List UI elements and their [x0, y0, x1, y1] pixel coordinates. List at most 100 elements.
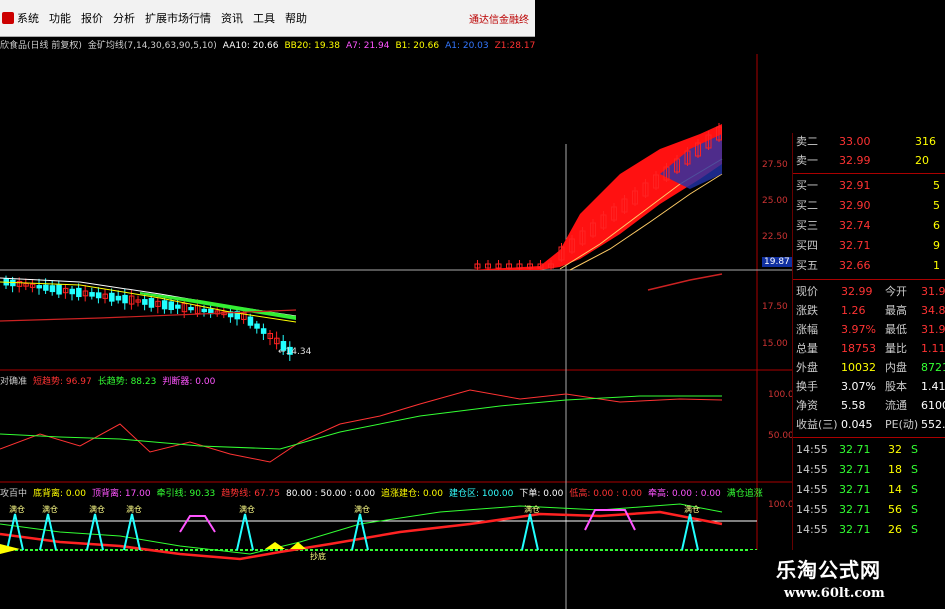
stock-chart[interactable]: ←14.34 满仓 满仓 满仓 满仓 满仓 满仓 满仓 满仓抄底 — [0, 54, 792, 609]
magenta-plateau-2 — [584, 509, 636, 531]
menu-item-extended-market[interactable]: 扩展市场行情 — [145, 10, 211, 26]
signal-label-0: 满仓 — [9, 504, 25, 514]
buy-level-4-cell-2: 1 — [933, 259, 940, 272]
stat-row-6-cell-2: 流通 — [885, 399, 907, 412]
candle-body — [115, 295, 122, 301]
stat-row-1-cell-2: 最高 — [885, 304, 907, 317]
candle-body — [188, 306, 194, 311]
stat-row-1-cell-1: 1.26 — [841, 304, 866, 317]
stat-row-0-cell-2: 今开 — [885, 285, 907, 298]
tick-row-0-cell-2: 32 — [888, 443, 902, 456]
menu-bar: 系统 功能 报价 分析 扩展市场行情 资讯 工具 帮助 通达信金融终 — [0, 0, 535, 37]
menu-item-quote[interactable]: 报价 — [81, 10, 103, 26]
tick-row-2-cell-1: 32.71 — [839, 483, 871, 496]
menu-item-function[interactable]: 功能 — [49, 10, 71, 26]
yellow-marker-left — [0, 544, 20, 554]
signal-label-6: 满仓 — [524, 504, 540, 514]
signal-peak-0 — [6, 513, 24, 551]
sub2-indicator-1: 顶背离: 17.00 — [91, 489, 151, 499]
stat-row-1: 涨跌 1.26 最高 34.89 — [793, 302, 945, 319]
stat-row-2-cell-2: 最低 — [885, 323, 907, 336]
candle-body — [49, 285, 56, 293]
stat-row-0-cell-1: 32.99 — [841, 285, 873, 298]
buy-level-4-cell-1: 32.66 — [839, 259, 871, 272]
stat-row-6-cell-0: 净资 — [796, 399, 818, 412]
buy-level-0-cell-1: 32.91 — [839, 179, 871, 192]
signal-label-7: 满仓 — [684, 504, 700, 514]
menu-item-tools[interactable]: 工具 — [253, 10, 275, 26]
candle-body — [43, 284, 49, 291]
menu-item-analysis[interactable]: 分析 — [113, 10, 135, 26]
sub2-indicator-4: 80.00 : 50.00 : 0.00 — [285, 489, 376, 499]
sub1-axis-tick-1: 50.00 — [768, 431, 794, 441]
stat-row-6-cell-3: 6100万 — [921, 399, 945, 412]
buy-level-2: 买三 32.74 6 — [793, 217, 945, 234]
buy-level-1-cell-2: 5 — [933, 199, 940, 212]
quote-panel: 卖二 33.00 316 卖一 32.99 20 买一 32.91 5 买二 32.90 5 买三 32.… — [792, 133, 945, 553]
candle-body — [142, 299, 148, 305]
stat-row-2: 涨幅 3.97% 最低 31.92 — [793, 321, 945, 338]
candle-body — [36, 285, 42, 289]
stat-row-5-cell-3: 1.41亿 — [921, 380, 945, 393]
ad-banner-text[interactable]: 通达信金融终 — [469, 11, 529, 26]
stat-row-4-cell-2: 内盘 — [885, 361, 907, 374]
watermark-url: www.60lt.com — [784, 586, 885, 601]
sell-level-1-cell-0: 卖一 — [796, 154, 818, 167]
stat-row-7-cell-3: 552.4 — [921, 418, 945, 431]
stat-row-7-cell-0: 收益(三) — [796, 418, 838, 431]
stat-row-5-cell-0: 换手 — [796, 380, 818, 393]
menu-item-system[interactable]: 系统 — [17, 10, 39, 26]
tick-row-3: 14:55 32.71 56 S — [793, 501, 945, 518]
stat-row-4-cell-1: 10032 — [841, 361, 876, 374]
buy-level-2-cell-2: 6 — [933, 219, 940, 232]
candle-body — [95, 292, 102, 299]
tick-row-3-cell-3: S — [911, 503, 918, 516]
stat-row-1-cell-3: 34.89 — [921, 304, 945, 317]
watermark-logo: 乐淘公式网 www.60lt.com — [750, 550, 945, 609]
ma-line-red-right — [647, 273, 723, 291]
signal-label-3: 满仓 — [126, 504, 142, 514]
menu-item-help[interactable]: 帮助 — [285, 10, 307, 26]
signal-label-2: 满仓 — [89, 504, 105, 514]
buy-level-0: 买一 32.91 5 — [793, 177, 945, 194]
menu-item-news[interactable]: 资讯 — [221, 10, 243, 26]
stat-row-5: 换手 3.07% 股本 1.41亿 — [793, 378, 945, 395]
signal-peak-1 — [39, 513, 57, 551]
stat-row-0-cell-3: 31.92 — [921, 285, 945, 298]
main-indicator-7: Z1:28.17.70 — [494, 41, 535, 51]
tick-row-3-cell-2: 56 — [888, 503, 902, 516]
candle-body — [201, 308, 207, 313]
tick-row-0-cell-0: 14:55 — [796, 443, 828, 456]
tick-row-1-cell-1: 32.71 — [839, 463, 871, 476]
tick-row-2-cell-0: 14:55 — [796, 483, 828, 496]
candle-body — [76, 287, 82, 298]
stat-row-3-cell-0: 总量 — [796, 342, 818, 355]
buy-level-4: 买五 32.66 1 — [793, 257, 945, 274]
sub2-indicator-9: 牵高: 0.00 : 0.00 — [648, 489, 721, 499]
sell-level-0-cell-0: 卖二 — [796, 135, 818, 148]
watermark-title: 乐淘公式网 — [776, 558, 881, 582]
stat-row-7-cell-2: PE(动) — [885, 418, 919, 431]
candle-body — [260, 328, 267, 334]
sub2-indicator-0: 底背离: 0.00 — [33, 489, 86, 499]
orderbook-divider — [793, 173, 945, 174]
stat-row-3-cell-1: 18753 — [841, 342, 876, 355]
buy-level-3-cell-1: 32.71 — [839, 239, 871, 252]
stat-row-4: 外盘 10032 内盘 8721 — [793, 359, 945, 376]
tick-row-1: 14:55 32.71 18 S — [793, 461, 945, 478]
sell-level-1-cell-1: 32.99 — [839, 154, 871, 167]
sub1-indicator-1: 长趋势: 88.23 — [97, 377, 157, 387]
sub1-indicator-line: 对确准 短趋势: 96.97 长趋势: 88.23 判断器: 0.00 — [0, 374, 221, 387]
price-tick-1: 25.00 — [762, 196, 788, 206]
sub2-indicator-5: 追涨建仓: 0.00 — [381, 489, 443, 499]
stat-row-6-cell-1: 5.58 — [841, 399, 866, 412]
sub1-indicator-0: 短趋势: 96.97 — [33, 377, 92, 387]
tick-row-0-cell-1: 32.71 — [839, 443, 871, 456]
signal-peak-4 — [236, 513, 254, 551]
stat-row-1-cell-0: 涨跌 — [796, 304, 818, 317]
signal-label-1: 满仓 — [42, 504, 58, 514]
candle-body — [247, 316, 254, 326]
tick-row-4: 14:55 32.71 26 S — [793, 521, 945, 538]
buy-level-1-cell-0: 买二 — [796, 199, 818, 212]
stats-divider — [793, 279, 945, 280]
